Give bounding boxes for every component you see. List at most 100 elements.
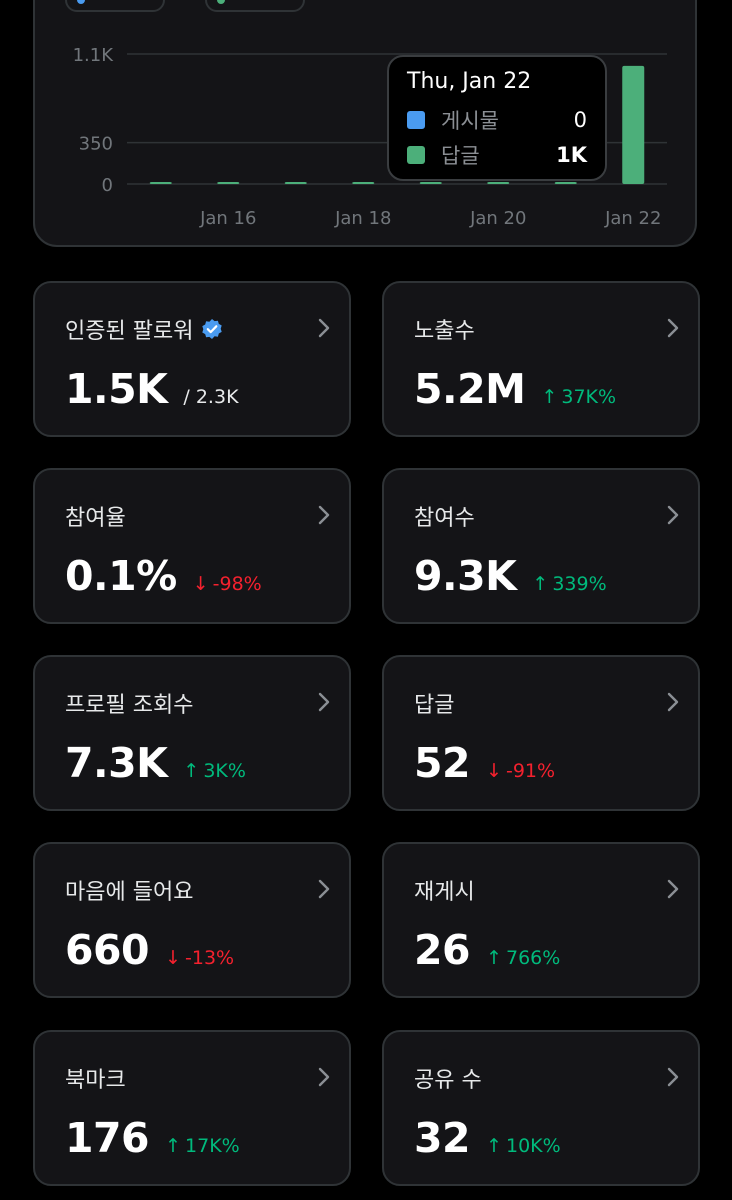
stat-value: 26 xyxy=(414,926,471,974)
stat-title-label: 북마크 xyxy=(65,1068,126,1093)
stat-value: 176 xyxy=(65,1114,150,1162)
stat-value-row: 9.3K ↑ 339% xyxy=(414,552,607,600)
replies-swatch-icon xyxy=(407,145,425,164)
stat-change-value: -91% xyxy=(505,760,556,782)
stat-change: ↓ -98% xyxy=(193,573,262,595)
bar xyxy=(487,182,510,184)
stat-change-value: 3K% xyxy=(203,760,246,782)
stat-change-value: -13% xyxy=(185,947,235,969)
stat-card[interactable]: 재게시 26 ↑ 766% xyxy=(382,842,700,998)
stat-title: 공유 수 xyxy=(414,1062,482,1094)
stat-value-row: 5.2M ↑ 37K% xyxy=(414,365,616,413)
stat-title: 인증된 팔로워 xyxy=(65,313,223,345)
stat-value-row: 1.5K / 2.3K xyxy=(65,365,239,413)
y-tick-label: 1.1K xyxy=(73,45,115,66)
stat-card[interactable]: 인증된 팔로워 1.5K / 2.3K xyxy=(33,281,351,437)
chevron-right-icon xyxy=(317,878,331,900)
stat-change: ↑ 37K% xyxy=(541,386,616,408)
stat-change: ↓ -91% xyxy=(486,760,555,782)
bar xyxy=(352,182,375,184)
stat-title-label: 공유 수 xyxy=(414,1068,482,1093)
bar xyxy=(217,182,240,184)
stat-change-value: 17K% xyxy=(185,1135,240,1157)
stat-value-row: 176 ↑ 17K% xyxy=(65,1114,240,1162)
stat-change-value: 339% xyxy=(552,573,607,595)
stat-title: 북마크 xyxy=(65,1062,126,1094)
stat-value-row: 52 ↓ -91% xyxy=(414,739,555,787)
stat-title-label: 인증된 팔로워 xyxy=(65,319,194,344)
stat-title: 참여수 xyxy=(414,500,475,532)
stat-change: ↑ 17K% xyxy=(165,1135,240,1157)
x-tick-label: Jan 22 xyxy=(604,208,661,229)
tooltip-date: Thu, Jan 22 xyxy=(407,69,532,94)
arrow-down-icon: ↓ xyxy=(165,947,182,969)
bar xyxy=(622,65,645,184)
y-tick-label: 0 xyxy=(102,175,113,196)
stat-title: 답글 xyxy=(414,687,454,719)
arrow-up-icon: ↑ xyxy=(165,1135,182,1157)
stat-title: 재게시 xyxy=(414,874,475,906)
chevron-right-icon xyxy=(666,1066,680,1088)
bar xyxy=(419,182,442,184)
tooltip-row-posts: 게시물 0 xyxy=(407,102,587,137)
stat-card[interactable]: 답글 52 ↓ -91% xyxy=(382,655,700,811)
stat-value: 660 xyxy=(65,926,150,974)
stat-value-row: 32 ↑ 10K% xyxy=(414,1114,561,1162)
stat-value: 32 xyxy=(414,1114,471,1162)
chevron-right-icon xyxy=(317,691,331,713)
stat-change: ↑ 3K% xyxy=(183,760,246,782)
arrow-up-icon: ↑ xyxy=(532,573,549,595)
bar xyxy=(554,182,577,184)
stat-card[interactable]: 참여율 0.1% ↓ -98% xyxy=(33,468,351,624)
tooltip-value: 1K xyxy=(556,142,587,167)
stat-title-label: 노출수 xyxy=(414,319,475,344)
x-tick-label: Jan 18 xyxy=(334,208,391,229)
stat-change: ↑ 339% xyxy=(532,573,606,595)
chevron-right-icon xyxy=(666,504,680,526)
stat-card[interactable]: 마음에 들어요 660 ↓ -13% xyxy=(33,842,351,998)
arrow-down-icon: ↓ xyxy=(486,760,502,782)
stat-card[interactable]: 공유 수 32 ↑ 10K% xyxy=(382,1030,700,1186)
stat-card[interactable]: 프로필 조회수 7.3K ↑ 3K% xyxy=(33,655,351,811)
stat-title-label: 답글 xyxy=(414,693,455,718)
stat-change: ↓ -13% xyxy=(165,947,234,969)
chevron-right-icon xyxy=(666,691,680,713)
stat-value: 1.5K xyxy=(65,365,168,413)
chevron-right-icon xyxy=(317,504,331,526)
stat-card[interactable]: 참여수 9.3K ↑ 339% xyxy=(382,468,700,624)
stat-value: 52 xyxy=(414,739,471,787)
stat-value: 0.1% xyxy=(65,552,177,600)
stat-title-label: 재게시 xyxy=(414,880,475,905)
stat-title: 참여율 xyxy=(65,500,126,532)
stat-change: ↑ 766% xyxy=(486,947,560,969)
stat-change-value: 37K% xyxy=(561,386,617,408)
x-tick-label: Jan 16 xyxy=(199,208,256,229)
arrow-up-icon: ↑ xyxy=(183,760,200,782)
stat-value: 5.2M xyxy=(414,365,526,413)
arrow-up-icon: ↑ xyxy=(486,947,502,969)
chevron-right-icon xyxy=(317,1066,331,1088)
tooltip-label: 답글 xyxy=(441,143,480,168)
tooltip-label: 게시물 xyxy=(441,108,499,133)
tooltip-value: 0 xyxy=(573,107,587,132)
arrow-up-icon: ↑ xyxy=(541,386,558,408)
stat-change-value: -98% xyxy=(212,573,262,595)
stat-card[interactable]: 북마크 176 ↑ 17K% xyxy=(33,1030,351,1186)
chart-tooltip: Thu, Jan 22 게시물 0 답글 1K xyxy=(387,55,607,181)
stat-value: 9.3K xyxy=(414,552,517,600)
activity-chart-card: 1.1K 350 0 Jan 16 Jan 18 Jan 20 Jan 22 Thu, Ja… xyxy=(33,0,697,247)
stat-title-label: 마음에 들어요 xyxy=(65,880,194,905)
stat-title-label: 프로필 조회수 xyxy=(65,693,194,718)
arrow-up-icon: ↑ xyxy=(486,1135,502,1157)
posts-swatch-icon xyxy=(407,110,425,129)
stat-card[interactable]: 노출수 5.2M ↑ 37K% xyxy=(382,281,700,437)
stat-title: 마음에 들어요 xyxy=(65,874,193,906)
tooltip-row-replies: 답글 1K xyxy=(407,137,587,172)
stat-change-value: 10K% xyxy=(505,1135,561,1157)
chevron-right-icon xyxy=(666,878,680,900)
chevron-right-icon xyxy=(317,317,331,339)
verified-badge-icon xyxy=(201,318,223,340)
stat-total: / 2.3K xyxy=(183,386,239,408)
arrow-down-icon: ↓ xyxy=(192,573,209,595)
stat-value: 7.3K xyxy=(65,739,168,787)
